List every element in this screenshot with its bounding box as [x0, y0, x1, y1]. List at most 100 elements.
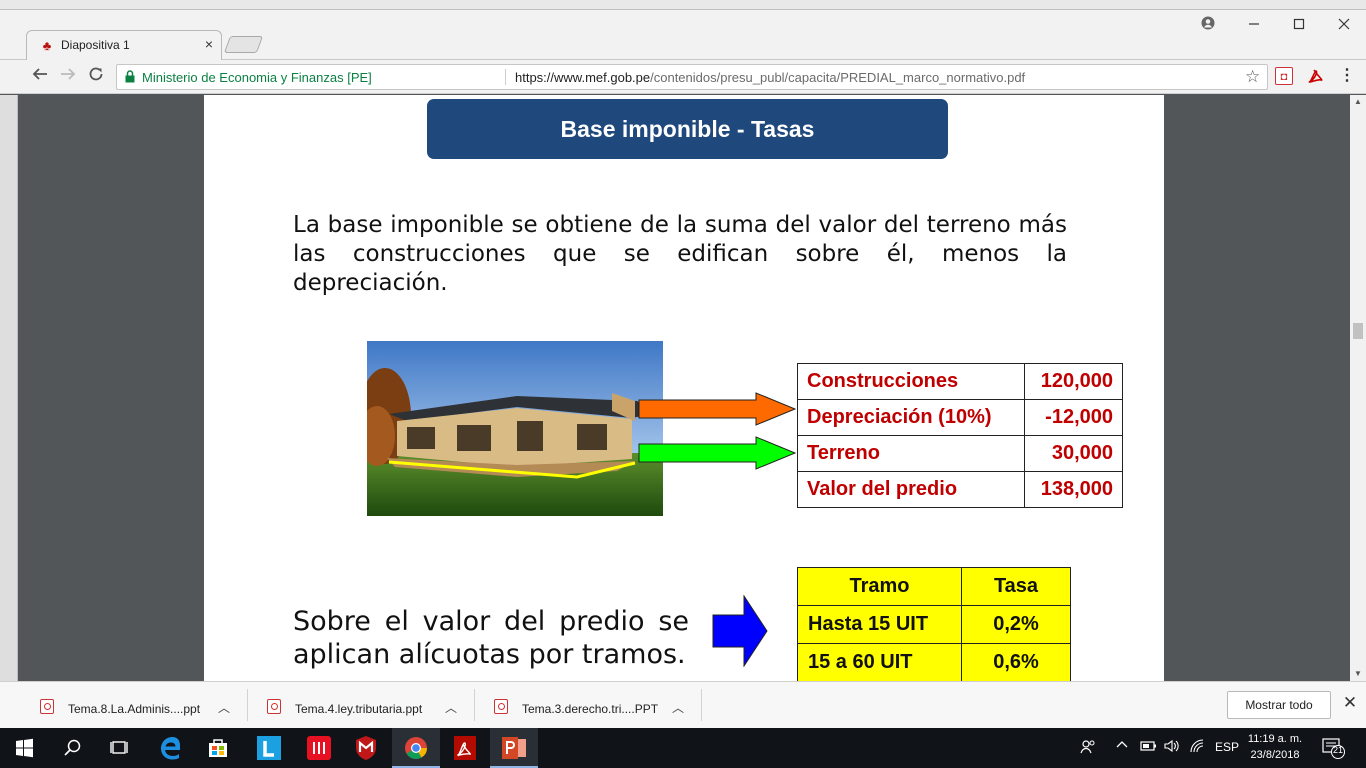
acrobat-taskbar-icon[interactable]	[441, 728, 489, 768]
table-cell-label: Valor del predio	[797, 471, 1025, 508]
chevron-up-icon[interactable]: ︿	[445, 699, 457, 716]
maximize-icon[interactable]	[1287, 14, 1311, 36]
browser-toolbar: Ministerio de Economia y Finanzas [PE] h…	[0, 60, 1366, 94]
slide-title: Base imponible - Tasas	[427, 99, 948, 159]
omnibox-separator	[505, 69, 506, 85]
table-row: Construcciones 120,000	[797, 363, 1123, 400]
red-app-icon[interactable]	[294, 728, 342, 768]
download-filename: Tema.4.ley.tributaria.ppt	[295, 702, 423, 716]
task-view-icon[interactable]	[96, 728, 144, 768]
acrobat-extension-icon[interactable]	[1307, 67, 1325, 85]
mcafee-icon[interactable]	[342, 728, 390, 768]
clock-time: 11:19 a. m.	[1247, 733, 1303, 745]
clock[interactable]: 11:19 a. m. 23/8/2018	[1242, 731, 1308, 763]
reload-icon[interactable]	[85, 66, 107, 88]
wifi-icon[interactable]	[1189, 739, 1205, 756]
orange-arrow-icon	[638, 392, 796, 426]
table-cell-value: 120,000	[1024, 363, 1123, 400]
url-path: /contenidos/presu_publ/capacita/PREDIAL_…	[650, 70, 1026, 85]
download-item[interactable]: Tema.8.La.Adminis....ppt ︿	[38, 689, 248, 721]
table-cell-label: Depreciación (10%)	[797, 399, 1025, 436]
profile-icon[interactable]	[1196, 14, 1220, 36]
store-icon[interactable]	[194, 728, 242, 768]
table-header-tramo: Tramo	[797, 567, 962, 606]
browser-title-bar: ♣ Diapositiva 1 ×	[0, 0, 1366, 60]
lock-icon	[125, 70, 135, 83]
downloads-close-icon[interactable]: ✕	[1340, 693, 1360, 713]
chevron-up-icon[interactable]: ︿	[218, 699, 230, 716]
l-app-icon[interactable]	[244, 728, 292, 768]
battery-icon[interactable]	[1140, 739, 1158, 756]
people-icon[interactable]	[1080, 739, 1096, 758]
table-row: Depreciación (10%) -12,000	[797, 399, 1123, 436]
table-header-tasa: Tasa	[961, 567, 1071, 606]
url-host: https://www.mef.gob.pe	[515, 70, 651, 85]
new-tab-button[interactable]	[223, 36, 264, 53]
ppt-file-icon	[40, 699, 54, 714]
pdf-page: Base imponible - Tasas La base imponible…	[204, 95, 1164, 681]
close-icon[interactable]	[1332, 14, 1356, 36]
scrollbar-thumb[interactable]	[1353, 323, 1363, 339]
notification-count: 21	[1333, 745, 1344, 755]
tab-diapositiva[interactable]: ♣ Diapositiva 1 ×	[26, 30, 222, 60]
table-header-row: Tramo Tasa	[797, 567, 1071, 606]
download-filename: Tema.8.La.Adminis....ppt	[68, 702, 201, 716]
address-bar[interactable]: Ministerio de Economia y Finanzas [PE] h…	[116, 64, 1268, 90]
notifications-icon[interactable]: 21	[1322, 737, 1346, 762]
scroll-up-icon[interactable]: ▲	[1350, 95, 1366, 109]
ppt-file-icon	[494, 699, 508, 714]
download-item[interactable]: Tema.4.ley.tributaria.ppt ︿	[265, 689, 475, 721]
base-value-table: Construcciones 120,000 Depreciación (10%…	[797, 363, 1123, 508]
rates-paragraph: Sobre el valor del predio se aplican alí…	[293, 606, 689, 670]
start-icon[interactable]	[0, 728, 48, 768]
pdf-viewer: Base imponible - Tasas La base imponible…	[0, 95, 1366, 681]
table-cell-value: -12,000	[1024, 399, 1123, 436]
mef-favicon-icon: ♣	[42, 38, 52, 53]
site-identity: Ministerio de Economia y Finanzas [PE]	[142, 70, 372, 85]
table-cell-label: Construcciones	[797, 363, 1025, 400]
windows-taskbar: ESP 11:19 a. m. 23/8/2018 21	[0, 728, 1366, 768]
window-top-edge	[0, 0, 1366, 10]
table-cell-tasa: 0,6%	[961, 643, 1071, 681]
downloads-bar: Tema.8.La.Adminis....ppt ︿ Tema.4.ley.tr…	[0, 681, 1366, 728]
table-cell-value: 138,000	[1024, 471, 1123, 508]
table-cell-label: Terreno	[797, 435, 1025, 472]
rate-table: Tramo Tasa Hasta 15 UIT 0,2% 15 a 60 UIT…	[797, 567, 1071, 681]
vertical-scrollbar[interactable]: ▲ ▼	[1350, 95, 1366, 681]
table-row: Valor del predio 138,000	[797, 471, 1123, 508]
extension-shield-icon[interactable]: ◘	[1275, 67, 1293, 85]
table-cell-tramo: Hasta 15 UIT	[797, 605, 962, 644]
table-row: 15 a 60 UIT 0,6%	[797, 643, 1071, 681]
tab-close-icon[interactable]: ×	[201, 36, 217, 52]
intro-paragraph: La base imponible se obtiene de la suma …	[293, 212, 1067, 296]
tab-title: Diapositiva 1	[61, 38, 130, 52]
volume-icon[interactable]	[1164, 739, 1180, 756]
chevron-up-tray-icon[interactable]	[1116, 739, 1128, 754]
url-text[interactable]: https://www.mef.gob.pe/contenidos/presu_…	[515, 70, 1025, 85]
show-all-button[interactable]: Mostrar todo	[1227, 691, 1331, 719]
download-item[interactable]: Tema.3.derecho.tri....PPT ︿	[492, 689, 702, 721]
table-row: Terreno 30,000	[797, 435, 1123, 472]
green-arrow-icon	[638, 436, 796, 470]
chrome-menu-icon[interactable]: ⋮	[1338, 67, 1356, 85]
clock-date: 23/8/2018	[1250, 749, 1300, 761]
chrome-taskbar-icon[interactable]	[392, 728, 440, 768]
forward-icon[interactable]	[57, 66, 79, 88]
scroll-down-icon[interactable]: ▼	[1350, 667, 1366, 681]
table-cell-tramo: 15 a 60 UIT	[797, 643, 962, 681]
blue-arrow-icon	[712, 595, 768, 667]
house-image	[367, 341, 663, 516]
language-indicator[interactable]: ESP	[1215, 740, 1239, 754]
table-cell-value: 30,000	[1024, 435, 1123, 472]
table-cell-tasa: 0,2%	[961, 605, 1071, 644]
back-icon[interactable]	[29, 66, 51, 88]
download-filename: Tema.3.derecho.tri....PPT	[522, 702, 659, 716]
table-row: Hasta 15 UIT 0,2%	[797, 605, 1071, 644]
edge-browser-icon[interactable]	[146, 728, 194, 768]
star-icon[interactable]: ☆	[1245, 67, 1260, 87]
minimize-icon[interactable]	[1242, 14, 1266, 36]
chevron-up-icon[interactable]: ︿	[672, 699, 684, 716]
powerpoint-icon[interactable]	[490, 728, 538, 768]
search-icon[interactable]	[48, 728, 96, 768]
left-window-strip	[0, 95, 18, 681]
